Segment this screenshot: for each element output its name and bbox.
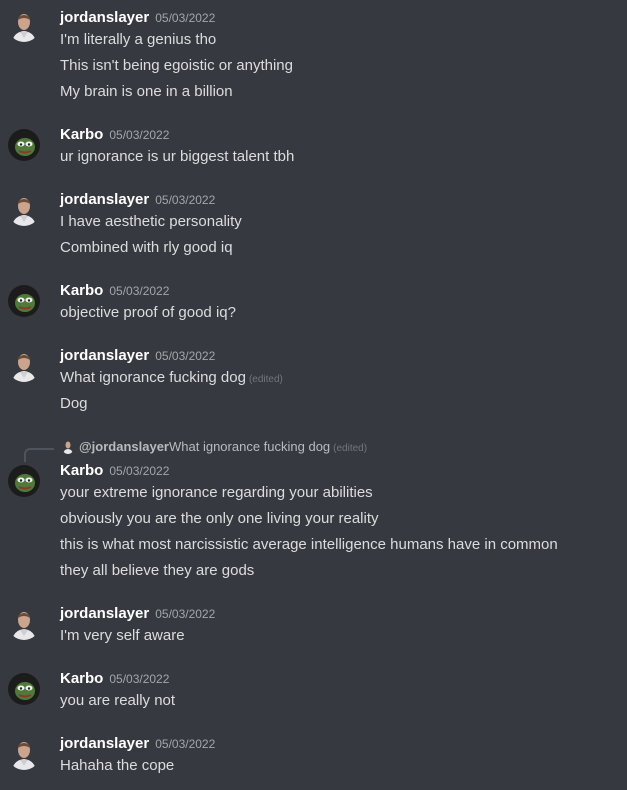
message-text: Hahaha the cope [60, 757, 175, 774]
man-portrait-icon [8, 10, 40, 42]
man-portrait-icon [8, 738, 40, 770]
message-text: What ignorance fucking dog (edited) [60, 369, 283, 386]
username[interactable]: Karbo [60, 462, 103, 479]
message-header: Karbo 05/03/2022 [60, 282, 169, 300]
message-header: jordanslayer 05/03/2022 [60, 735, 215, 753]
edited-label: (edited) [333, 443, 368, 454]
username[interactable]: jordanslayer [60, 735, 149, 752]
reply-text: What ignorance fucking dog (edited) [169, 439, 367, 454]
reply-avatar [62, 440, 74, 454]
timestamp: 05/03/2022 [109, 464, 170, 478]
chat-log: jordanslayer 05/03/2022 I'm literally a g… [0, 0, 627, 790]
pepe-hood-icon [8, 465, 40, 497]
avatar[interactable] [8, 350, 40, 382]
timestamp: 05/03/2022 [155, 11, 216, 25]
pepe-hood-icon [8, 673, 40, 705]
message-text: they all believe they are gods [60, 562, 255, 579]
message-text: you are really not [60, 692, 176, 709]
timestamp: 05/03/2022 [155, 737, 216, 751]
avatar[interactable] [8, 10, 40, 42]
reply-text-content: What ignorance fucking dog [169, 439, 331, 454]
avatar[interactable] [8, 738, 40, 770]
avatar[interactable] [8, 608, 40, 640]
message-text: My brain is one in a billion [60, 83, 233, 100]
message-text: I'm literally a genius tho [60, 31, 217, 48]
message-header: jordanslayer 05/03/2022 [60, 191, 215, 209]
message-header: jordanslayer 05/03/2022 [60, 605, 215, 623]
message-text: Combined with rly good iq [60, 239, 233, 256]
pepe-hood-icon [8, 129, 40, 161]
message-text: objective proof of good iq? [60, 304, 236, 321]
timestamp: 05/03/2022 [109, 284, 170, 298]
avatar[interactable] [8, 129, 40, 161]
message-text: Dog [60, 395, 88, 412]
man-portrait-icon [8, 350, 40, 382]
message-text: obviously you are the only one living yo… [60, 510, 379, 527]
reply-username[interactable]: @jordanslayer [79, 439, 169, 454]
username[interactable]: jordanslayer [60, 347, 149, 364]
message-text: ur ignorance is ur biggest talent tbh [60, 148, 295, 165]
username[interactable]: jordanslayer [60, 605, 149, 622]
man-portrait-icon [8, 608, 40, 640]
timestamp: 05/03/2022 [155, 349, 216, 363]
message-text: This isn't being egoistic or anything [60, 57, 293, 74]
reply-spine [24, 448, 54, 462]
message-header: jordanslayer 05/03/2022 [60, 347, 215, 365]
message-text: this is what most narcissistic average i… [60, 536, 558, 553]
avatar[interactable] [8, 285, 40, 317]
username[interactable]: Karbo [60, 282, 103, 299]
timestamp: 05/03/2022 [109, 672, 170, 686]
username[interactable]: Karbo [60, 670, 103, 687]
message-header: Karbo 05/03/2022 [60, 462, 169, 480]
message-header: jordanslayer 05/03/2022 [60, 9, 215, 27]
pepe-hood-icon [8, 285, 40, 317]
message-text-content: What ignorance fucking dog [60, 369, 246, 386]
avatar[interactable] [8, 465, 40, 497]
username[interactable]: jordanslayer [60, 191, 149, 208]
man-portrait-icon [8, 194, 40, 226]
timestamp: 05/03/2022 [155, 607, 216, 621]
username[interactable]: Karbo [60, 126, 103, 143]
message-text: I have aesthetic personality [60, 213, 242, 230]
message-text: your extreme ignorance regarding your ab… [60, 484, 373, 501]
username[interactable]: jordanslayer [60, 9, 149, 26]
timestamp: 05/03/2022 [109, 128, 170, 142]
timestamp: 05/03/2022 [155, 193, 216, 207]
message-text: I'm very self aware [60, 627, 185, 644]
man-portrait-icon [62, 440, 74, 454]
reply-reference[interactable]: @jordanslayer What ignorance fucking dog… [0, 438, 627, 462]
avatar[interactable] [8, 673, 40, 705]
message-header: Karbo 05/03/2022 [60, 670, 169, 688]
message-header: Karbo 05/03/2022 [60, 126, 169, 144]
edited-label: (edited) [248, 374, 283, 385]
avatar[interactable] [8, 194, 40, 226]
